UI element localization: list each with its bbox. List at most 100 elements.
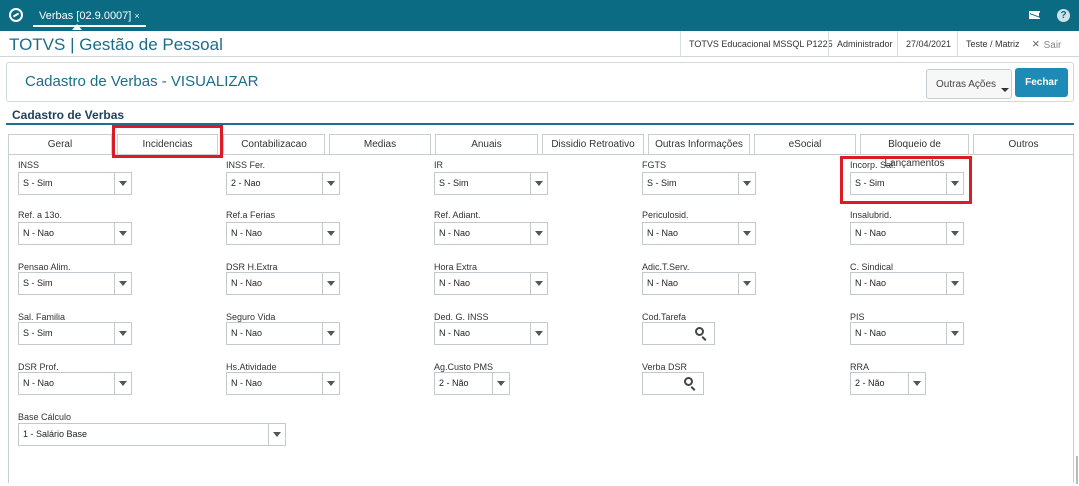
environment-info: TOTVS Educacional MSSQL P1225 xyxy=(680,31,841,57)
exit-label: Sair xyxy=(1043,40,1062,51)
insalubrid-label: Insalubrid. xyxy=(850,210,892,220)
chevron-down-icon xyxy=(322,173,339,194)
search-icon[interactable] xyxy=(684,377,693,386)
dsr-h-extra-value: N - Nao xyxy=(231,278,263,288)
ref-ferias-value: N - Nao xyxy=(231,228,263,238)
chevron-down-icon xyxy=(268,424,285,445)
fgts-select[interactable]: S - Sim xyxy=(642,172,756,195)
help-icon[interactable]: ? xyxy=(1057,9,1070,22)
seguro-vida-select[interactable]: N - Nao xyxy=(226,322,340,345)
scrollbar[interactable] xyxy=(1076,456,1078,484)
active-tab-indicator xyxy=(72,24,82,30)
highlight-box-incidencias-tab xyxy=(112,125,223,158)
tab-geral[interactable]: Geral xyxy=(8,134,112,155)
ref-adiant-label: Ref. Adiant. xyxy=(434,210,481,220)
verba-dsr-input[interactable] xyxy=(642,372,704,395)
tab-outras-informacoes[interactable]: Outras Informações xyxy=(648,134,750,155)
dsr-h-extra-select[interactable]: N - Nao xyxy=(226,272,340,295)
base-calculo-value: 1 - Salário Base xyxy=(23,429,88,439)
ir-label: IR xyxy=(434,160,443,170)
inss-select[interactable]: S - Sim xyxy=(18,172,132,195)
verba-dsr-label: Verba DSR xyxy=(642,362,688,372)
hora-extra-select[interactable]: N - Nao xyxy=(434,272,548,295)
pensao-alim-select[interactable]: S - Sim xyxy=(18,272,132,295)
chevron-down-icon xyxy=(946,223,963,244)
cod-tarefa-input[interactable] xyxy=(642,322,715,345)
chevron-down-icon xyxy=(322,273,339,294)
base-calculo-label: Base Cálculo xyxy=(18,412,72,422)
sal-familia-value: S - Sim xyxy=(23,328,53,338)
tab-contabilizacao[interactable]: Contabilizacao xyxy=(223,134,325,155)
tab-dissidio-retroativo[interactable]: Dissidio Retroativo xyxy=(542,134,644,155)
chevron-down-icon xyxy=(946,273,963,294)
ref-13o-label: Ref. a 13o. xyxy=(18,210,63,220)
hs-atividade-select[interactable]: N - Nao xyxy=(226,372,340,395)
chevron-down-icon xyxy=(114,173,131,194)
dsr-prof-value: N - Nao xyxy=(23,378,55,388)
dsr-prof-label: DSR Prof. xyxy=(18,362,59,372)
ir-value: S - Sim xyxy=(439,178,469,188)
chevron-down-icon xyxy=(738,223,755,244)
inss-fer-select[interactable]: 2 - Nao xyxy=(226,172,340,195)
insalubrid-select[interactable]: N - Nao xyxy=(850,222,964,245)
chevron-down-icon xyxy=(738,273,755,294)
exit-button[interactable]: × Sair xyxy=(1032,31,1061,57)
user-info: Administrador xyxy=(828,31,901,57)
totvs-logo-icon[interactable] xyxy=(9,8,23,22)
sal-familia-select[interactable]: S - Sim xyxy=(18,322,132,345)
ag-custo-pms-select[interactable]: 2 - Não xyxy=(434,372,510,395)
tab-bloqueio-de-lancamentos[interactable]: Bloqueio de Lançamentos xyxy=(860,134,969,169)
ir-select[interactable]: S - Sim xyxy=(434,172,548,195)
ref-13o-value: N - Nao xyxy=(23,228,55,238)
ref-ferias-select[interactable]: N - Nao xyxy=(226,222,340,245)
adic-t-serv-label: Adic.T.Serv. xyxy=(642,262,690,272)
ded-g-inss-select[interactable]: N - Nao xyxy=(434,322,548,345)
chevron-down-icon xyxy=(946,323,963,344)
seguro-vida-value: N - Nao xyxy=(231,328,263,338)
chevron-down-icon xyxy=(1001,88,1009,92)
hora-extra-label: Hora Extra xyxy=(434,262,478,272)
company-info[interactable]: Teste / Matriz xyxy=(957,31,1028,57)
fgts-label: FGTS xyxy=(642,160,666,170)
date-info: 27/04/2021 xyxy=(897,31,959,57)
mail-icon[interactable] xyxy=(1029,11,1040,19)
pensao-alim-value: S - Sim xyxy=(23,278,53,288)
search-icon[interactable] xyxy=(695,327,704,336)
fechar-button[interactable]: Fechar xyxy=(1015,68,1068,97)
chevron-down-icon xyxy=(322,223,339,244)
insalubrid-value: N - Nao xyxy=(855,228,887,238)
chevron-down-icon xyxy=(908,373,925,394)
chevron-down-icon xyxy=(492,373,509,394)
periculosid-label: Periculosid. xyxy=(642,210,689,220)
chevron-down-icon xyxy=(114,223,131,244)
outras-acoes-button[interactable]: Outras Ações xyxy=(926,69,1012,99)
tab-outros[interactable]: Outros xyxy=(973,134,1074,155)
c-sindical-select[interactable]: N - Nao xyxy=(850,272,964,295)
rra-select[interactable]: 2 - Não xyxy=(850,372,926,395)
pensao-alim-label: Pensao Alim. xyxy=(18,262,71,272)
periculosid-select[interactable]: N - Nao xyxy=(642,222,756,245)
ref-13o-select[interactable]: N - Nao xyxy=(18,222,132,245)
adic-t-serv-value: N - Nao xyxy=(647,278,679,288)
tab-esocial[interactable]: eSocial xyxy=(754,134,856,155)
adic-t-serv-select[interactable]: N - Nao xyxy=(642,272,756,295)
dsr-h-extra-label: DSR H.Extra xyxy=(226,262,278,272)
pis-select[interactable]: N - Nao xyxy=(850,322,964,345)
window-tab-verbas[interactable]: Verbas [02.9.0007] × xyxy=(33,5,146,27)
chevron-down-icon xyxy=(322,323,339,344)
ded-g-inss-value: N - Nao xyxy=(439,328,471,338)
chevron-down-icon xyxy=(114,323,131,344)
section-title: Cadastro de Verbas xyxy=(12,108,125,122)
periculosid-value: N - Nao xyxy=(647,228,679,238)
chevron-down-icon xyxy=(530,323,547,344)
chevron-down-icon xyxy=(322,373,339,394)
close-icon: × xyxy=(1032,36,1040,51)
tab-medias[interactable]: Medias xyxy=(329,134,431,155)
pis-value: N - Nao xyxy=(855,328,887,338)
close-icon[interactable]: × xyxy=(134,11,139,21)
dsr-prof-select[interactable]: N - Nao xyxy=(18,372,132,395)
chevron-down-icon xyxy=(114,373,131,394)
tab-anuais[interactable]: Anuais xyxy=(435,134,538,155)
ref-adiant-select[interactable]: N - Nao xyxy=(434,222,548,245)
base-calculo-select[interactable]: 1 - Salário Base xyxy=(18,423,286,446)
